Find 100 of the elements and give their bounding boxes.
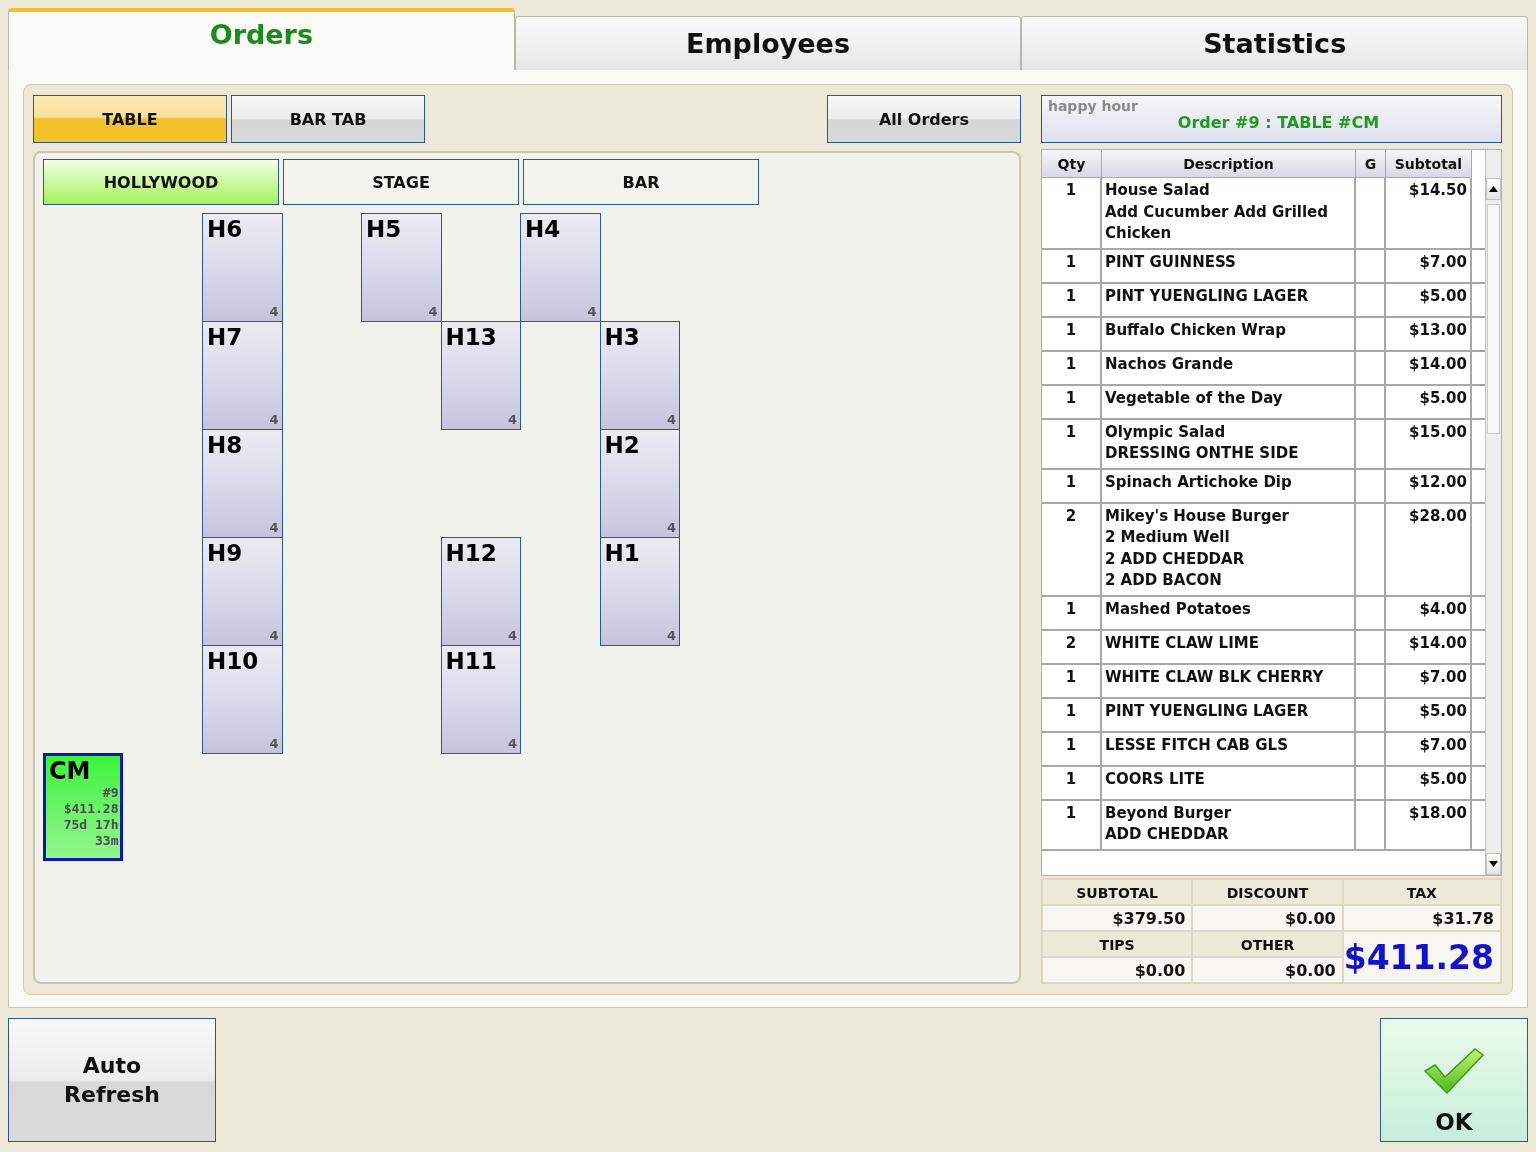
room-tab[interactable]: HOLLYWOOD [43,159,279,205]
item-name: WHITE CLAW BLK CHERRY [1104,666,1325,688]
order-amount: $411.28 [63,801,119,817]
table-tile[interactable]: H12 4 [440,537,521,646]
order-type-button[interactable]: TABLE [33,95,227,143]
table-tile[interactable]: H13 4 [440,321,521,430]
table-name: H8 [207,432,243,458]
table-name: H6 [207,216,243,242]
table-tile[interactable]: H8 4 [202,429,283,538]
subtotal-cell: $5.00 [1385,766,1472,799]
table-name: CM [49,757,91,785]
table-name: H1 [604,540,640,566]
table-tile[interactable]: H4 4 [520,213,601,322]
subtotal-cell: $7.00 [1385,249,1472,282]
qty-cell: 2 [1041,503,1102,595]
price-tag-label: happy hour [1047,98,1138,114]
qty-cell: 1 [1041,283,1102,316]
seat-count: 4 [428,304,438,319]
occupied-table[interactable]: CM #9 $411.28 75d 17h 33m [43,753,123,861]
scroll-down-button[interactable] [1486,853,1501,875]
item-name: Olympic Salad [1104,421,1227,443]
table-name: H11 [445,648,497,674]
qty-cell: 1 [1041,800,1102,849]
scroll-thumb[interactable] [1487,204,1500,434]
room-tab[interactable]: BAR [523,159,759,205]
all-orders-button[interactable]: All Orders [826,95,1021,143]
item-modifier: 2 ADD BACON [1104,570,1223,591]
table-tile[interactable]: H5 4 [361,213,442,322]
item-name: PINT YUENGLING LAGER [1104,285,1310,307]
seat-count: 4 [269,304,279,319]
table-name: H2 [604,432,640,458]
tab[interactable]: Orders [8,8,515,70]
qty-cell: 1 [1041,596,1102,629]
table-tile[interactable]: H10 4 [202,645,283,754]
item-modifier: 2 Medium Well [1104,527,1231,548]
scrollbar[interactable] [1485,150,1501,875]
tab[interactable]: Statistics [1021,16,1528,70]
seat-count: 4 [269,736,279,751]
total-value: $31.78 [1342,905,1501,931]
item-name: PINT YUENGLING LAGER [1104,700,1310,722]
item-name: Buffalo Chicken Wrap [1104,319,1287,341]
qty-cell: 2 [1041,630,1102,663]
subtotal-cell: $13.00 [1385,317,1472,350]
table-tile[interactable]: H2 4 [599,429,680,538]
subtotal-cell: $5.00 [1385,698,1472,731]
table-name: H5 [366,216,402,242]
item-modifier: ADD CHEDDAR [1104,824,1230,845]
down-arrow-icon [1489,861,1498,867]
qty-cell: 1 [1041,317,1102,350]
room-tab[interactable]: STAGE [283,159,519,205]
item-name: WHITE CLAW LIME [1104,632,1260,654]
elapsed-time: 75d 17h 33m [62,817,119,849]
table-tile[interactable]: H7 4 [202,321,283,430]
total-value: $0.00 [1041,957,1193,983]
total-label: OTHER [1192,931,1343,957]
checkmark-icon [1423,1045,1485,1095]
qty-cell: 1 [1041,249,1102,282]
qty-cell: 1 [1041,766,1102,799]
scroll-up-button[interactable] [1486,178,1501,200]
item-name: House Salad [1104,180,1211,201]
subtotal-cell: $5.00 [1385,283,1472,316]
table-tile[interactable]: H1 4 [599,537,680,646]
table-tile[interactable]: H11 4 [440,645,521,754]
item-name: Mashed Potatoes [1104,598,1252,620]
qty-cell: 1 [1041,385,1102,418]
table-name: H7 [207,324,243,350]
table-tile[interactable]: H3 4 [599,321,680,430]
table-name: H13 [445,324,497,350]
up-arrow-icon [1489,186,1498,192]
ok-button[interactable]: OK [1380,1018,1528,1142]
seat-count: 4 [269,412,279,427]
total-label: SUBTOTAL [1041,879,1193,905]
table-name: H3 [604,324,640,350]
total-label: TAX [1342,879,1501,905]
item-name: LESSE FITCH CAB GLS [1104,734,1289,756]
subtotal-cell: $15.00 [1385,419,1472,468]
column-header: Subtotal [1385,150,1472,178]
table-tile[interactable]: H9 4 [202,537,283,646]
qty-cell: 1 [1041,419,1102,468]
column-header: Qty [1041,150,1102,178]
item-name: COORS LITE [1104,768,1206,790]
order-title: Order #9 : TABLE #CM [1177,113,1380,132]
seat-count: 4 [666,520,676,535]
table-name: H9 [207,540,243,566]
subtotal-cell: $7.00 [1385,732,1472,765]
tab[interactable]: Employees [514,16,1022,70]
seat-count: 4 [269,628,279,643]
table-name: H10 [207,648,259,674]
auto-refresh-button[interactable]: Auto Refresh [8,1018,216,1142]
subtotal-cell: $12.00 [1385,469,1472,502]
seat-count: 4 [666,412,676,427]
table-tile[interactable]: H6 4 [202,213,283,322]
subtotal-cell: $18.00 [1385,800,1472,849]
qty-cell: 1 [1041,732,1102,765]
item-name: Spinach Artichoke Dip [1104,471,1293,493]
subtotal-cell: $14.50 [1385,178,1472,248]
subtotal-cell: $4.00 [1385,596,1472,629]
order-type-button[interactable]: BAR TAB [231,95,425,143]
qty-cell: 1 [1041,469,1102,502]
item-name: Mikey's House Burger [1104,505,1290,527]
